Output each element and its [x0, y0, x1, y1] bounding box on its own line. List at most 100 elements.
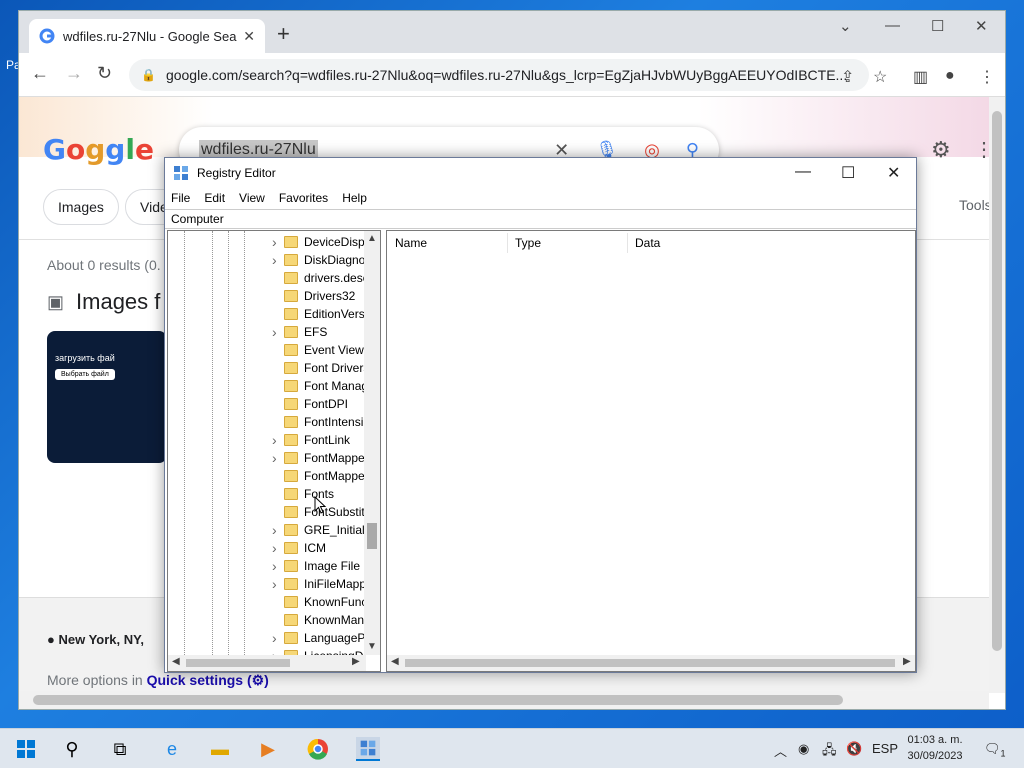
- input-language[interactable]: ESP: [872, 741, 898, 756]
- tree-node[interactable]: drivers.desc: [168, 269, 366, 287]
- task-view-icon[interactable]: ⧉: [108, 737, 132, 761]
- expand-chevron-icon[interactable]: ›: [272, 575, 277, 593]
- chip-images[interactable]: Images: [43, 189, 119, 225]
- profile-icon[interactable]: ●: [945, 67, 955, 85]
- expand-chevron-icon[interactable]: ›: [272, 233, 277, 251]
- tree-node[interactable]: KnownMan: [168, 611, 364, 629]
- menu-help[interactable]: Help: [342, 188, 367, 208]
- close-tab-icon[interactable]: ✕: [243, 28, 255, 45]
- menu-edit[interactable]: Edit: [204, 188, 225, 208]
- tree-node[interactable]: Font Drivers: [168, 359, 366, 377]
- menu-file[interactable]: File: [171, 188, 190, 208]
- media-player-icon[interactable]: ▶: [256, 737, 280, 761]
- chrome-icon[interactable]: [306, 737, 330, 761]
- column-name[interactable]: Name: [395, 236, 427, 250]
- expand-chevron-icon[interactable]: ›: [272, 557, 277, 575]
- scroll-left-icon[interactable]: ◀: [172, 656, 180, 667]
- new-tab-button[interactable]: +: [277, 23, 290, 45]
- expand-chevron-icon[interactable]: ›: [272, 323, 277, 341]
- tree-node[interactable]: › ICM: [168, 539, 364, 557]
- tree-node[interactable]: FontIntensi: [168, 413, 364, 431]
- regedit-close-button[interactable]: ✕: [887, 163, 900, 183]
- scroll-right-icon[interactable]: ▶: [903, 656, 911, 667]
- scroll-thumb[interactable]: [992, 111, 1002, 651]
- search-icon[interactable]: ⚲: [60, 737, 84, 761]
- tree-node[interactable]: FontMappe: [168, 467, 365, 485]
- expand-chevron-icon[interactable]: ›: [272, 521, 277, 539]
- bookmark-star-icon[interactable]: ☆: [873, 67, 887, 87]
- scroll-up-icon[interactable]: ▲: [367, 233, 377, 244]
- scroll-right-icon[interactable]: ▶: [352, 656, 360, 667]
- regedit-taskbar-icon[interactable]: [356, 737, 380, 761]
- list-hscroll-thumb[interactable]: [405, 659, 895, 667]
- image-thumbnail[interactable]: загрузить фай Выбрать файл: [47, 331, 167, 463]
- onedrive-icon[interactable]: ◉: [798, 741, 809, 757]
- tree-node[interactable]: › DiskDiagno: [168, 251, 365, 269]
- tree-node[interactable]: FontSubstit: [168, 503, 365, 521]
- show-hidden-icons-icon[interactable]: ︿: [774, 741, 787, 760]
- network-icon[interactable]: 🖧: [822, 741, 837, 763]
- tree-scroll-thumb[interactable]: [367, 523, 377, 549]
- tree-node[interactable]: Fonts: [168, 485, 364, 503]
- close-window-button[interactable]: ✕: [975, 17, 988, 35]
- regedit-minimize-button[interactable]: —: [795, 163, 811, 181]
- expand-chevron-icon[interactable]: ›: [272, 539, 277, 557]
- page-vertical-scrollbar[interactable]: [989, 97, 1005, 693]
- scroll-down-icon[interactable]: ▼: [367, 641, 377, 652]
- column-divider[interactable]: [507, 233, 508, 253]
- maximize-button[interactable]: ☐: [931, 17, 944, 35]
- google-logo[interactable]: Goggle: [43, 133, 154, 166]
- file-explorer-icon[interactable]: ▬: [208, 737, 232, 761]
- tree-vertical-scrollbar[interactable]: ▲ ▼: [364, 231, 380, 655]
- browser-tab[interactable]: wdfiles.ru-27Nlu - Google Search ✕: [29, 19, 265, 53]
- list-horizontal-scrollbar[interactable]: ◀ ▶: [387, 655, 915, 671]
- settings-gear-icon[interactable]: ⚙: [931, 137, 951, 163]
- tree-node[interactable]: EditionVersi: [168, 305, 366, 323]
- minimize-button[interactable]: —: [885, 17, 900, 34]
- tree-node[interactable]: KnownFunc: [168, 593, 366, 611]
- quick-settings-link[interactable]: Quick settings: [147, 672, 243, 688]
- tree-node[interactable]: › FontLink: [168, 431, 364, 449]
- tree-horizontal-scrollbar[interactable]: ◀ ▶: [168, 655, 366, 671]
- apps-grid-icon[interactable]: ⋮⋮: [974, 137, 989, 162]
- expand-chevron-icon[interactable]: ›: [272, 449, 277, 467]
- tree-node[interactable]: › GRE_Initializ: [168, 521, 366, 539]
- tree-hscroll-thumb[interactable]: [186, 659, 290, 667]
- forward-icon[interactable]: →: [65, 63, 83, 84]
- tree-node[interactable]: › EFS: [168, 323, 364, 341]
- menu-favorites[interactable]: Favorites: [279, 188, 328, 208]
- tree-node[interactable]: Drivers32: [168, 287, 364, 305]
- menu-icon[interactable]: ⋮: [979, 67, 995, 87]
- expand-chevron-icon[interactable]: ›: [272, 251, 277, 269]
- page-horizontal-scrollbar[interactable]: [19, 691, 989, 709]
- column-data[interactable]: Data: [635, 236, 660, 250]
- tab-search-icon[interactable]: ⌄: [839, 17, 852, 35]
- tree-node[interactable]: Event Viewe: [168, 341, 366, 359]
- reload-icon[interactable]: ↻: [97, 63, 112, 84]
- expand-chevron-icon[interactable]: ›: [272, 629, 277, 647]
- share-icon[interactable]: ⇪: [841, 67, 854, 87]
- tree-node[interactable]: Font Manag: [168, 377, 366, 395]
- side-panel-icon[interactable]: ▥: [913, 67, 928, 87]
- edge-browser-icon[interactable]: e: [160, 737, 184, 761]
- scroll-thumb[interactable]: [33, 695, 843, 705]
- regedit-maximize-button[interactable]: ☐: [841, 163, 855, 183]
- column-type[interactable]: Type: [515, 236, 541, 250]
- tree-node[interactable]: › IniFileMapp: [168, 575, 366, 593]
- volume-muted-icon[interactable]: 🔇: [846, 741, 862, 757]
- tools-button[interactable]: Tools: [959, 197, 989, 213]
- regedit-titlebar[interactable]: Registry Editor — ☐ ✕: [165, 158, 916, 188]
- tree-node[interactable]: › Image File E: [168, 557, 366, 575]
- address-bar[interactable]: 🔒 google.com/search?q=wdfiles.ru-27Nlu&o…: [129, 59, 869, 91]
- tree-node[interactable]: FontDPI: [168, 395, 364, 413]
- scroll-left-icon[interactable]: ◀: [391, 656, 399, 667]
- back-icon[interactable]: ←: [31, 63, 49, 84]
- regedit-address-bar[interactable]: Computer: [165, 209, 916, 229]
- start-windows-icon[interactable]: [14, 737, 38, 761]
- clock[interactable]: 01:03 a. m. 30/09/2023: [900, 732, 970, 764]
- notifications-icon[interactable]: 🗨1: [984, 741, 1006, 759]
- tree-node[interactable]: › FontMappe: [168, 449, 365, 467]
- tree-node[interactable]: › LanguageP: [168, 629, 365, 647]
- column-divider[interactable]: [627, 233, 628, 253]
- menu-view[interactable]: View: [239, 188, 265, 208]
